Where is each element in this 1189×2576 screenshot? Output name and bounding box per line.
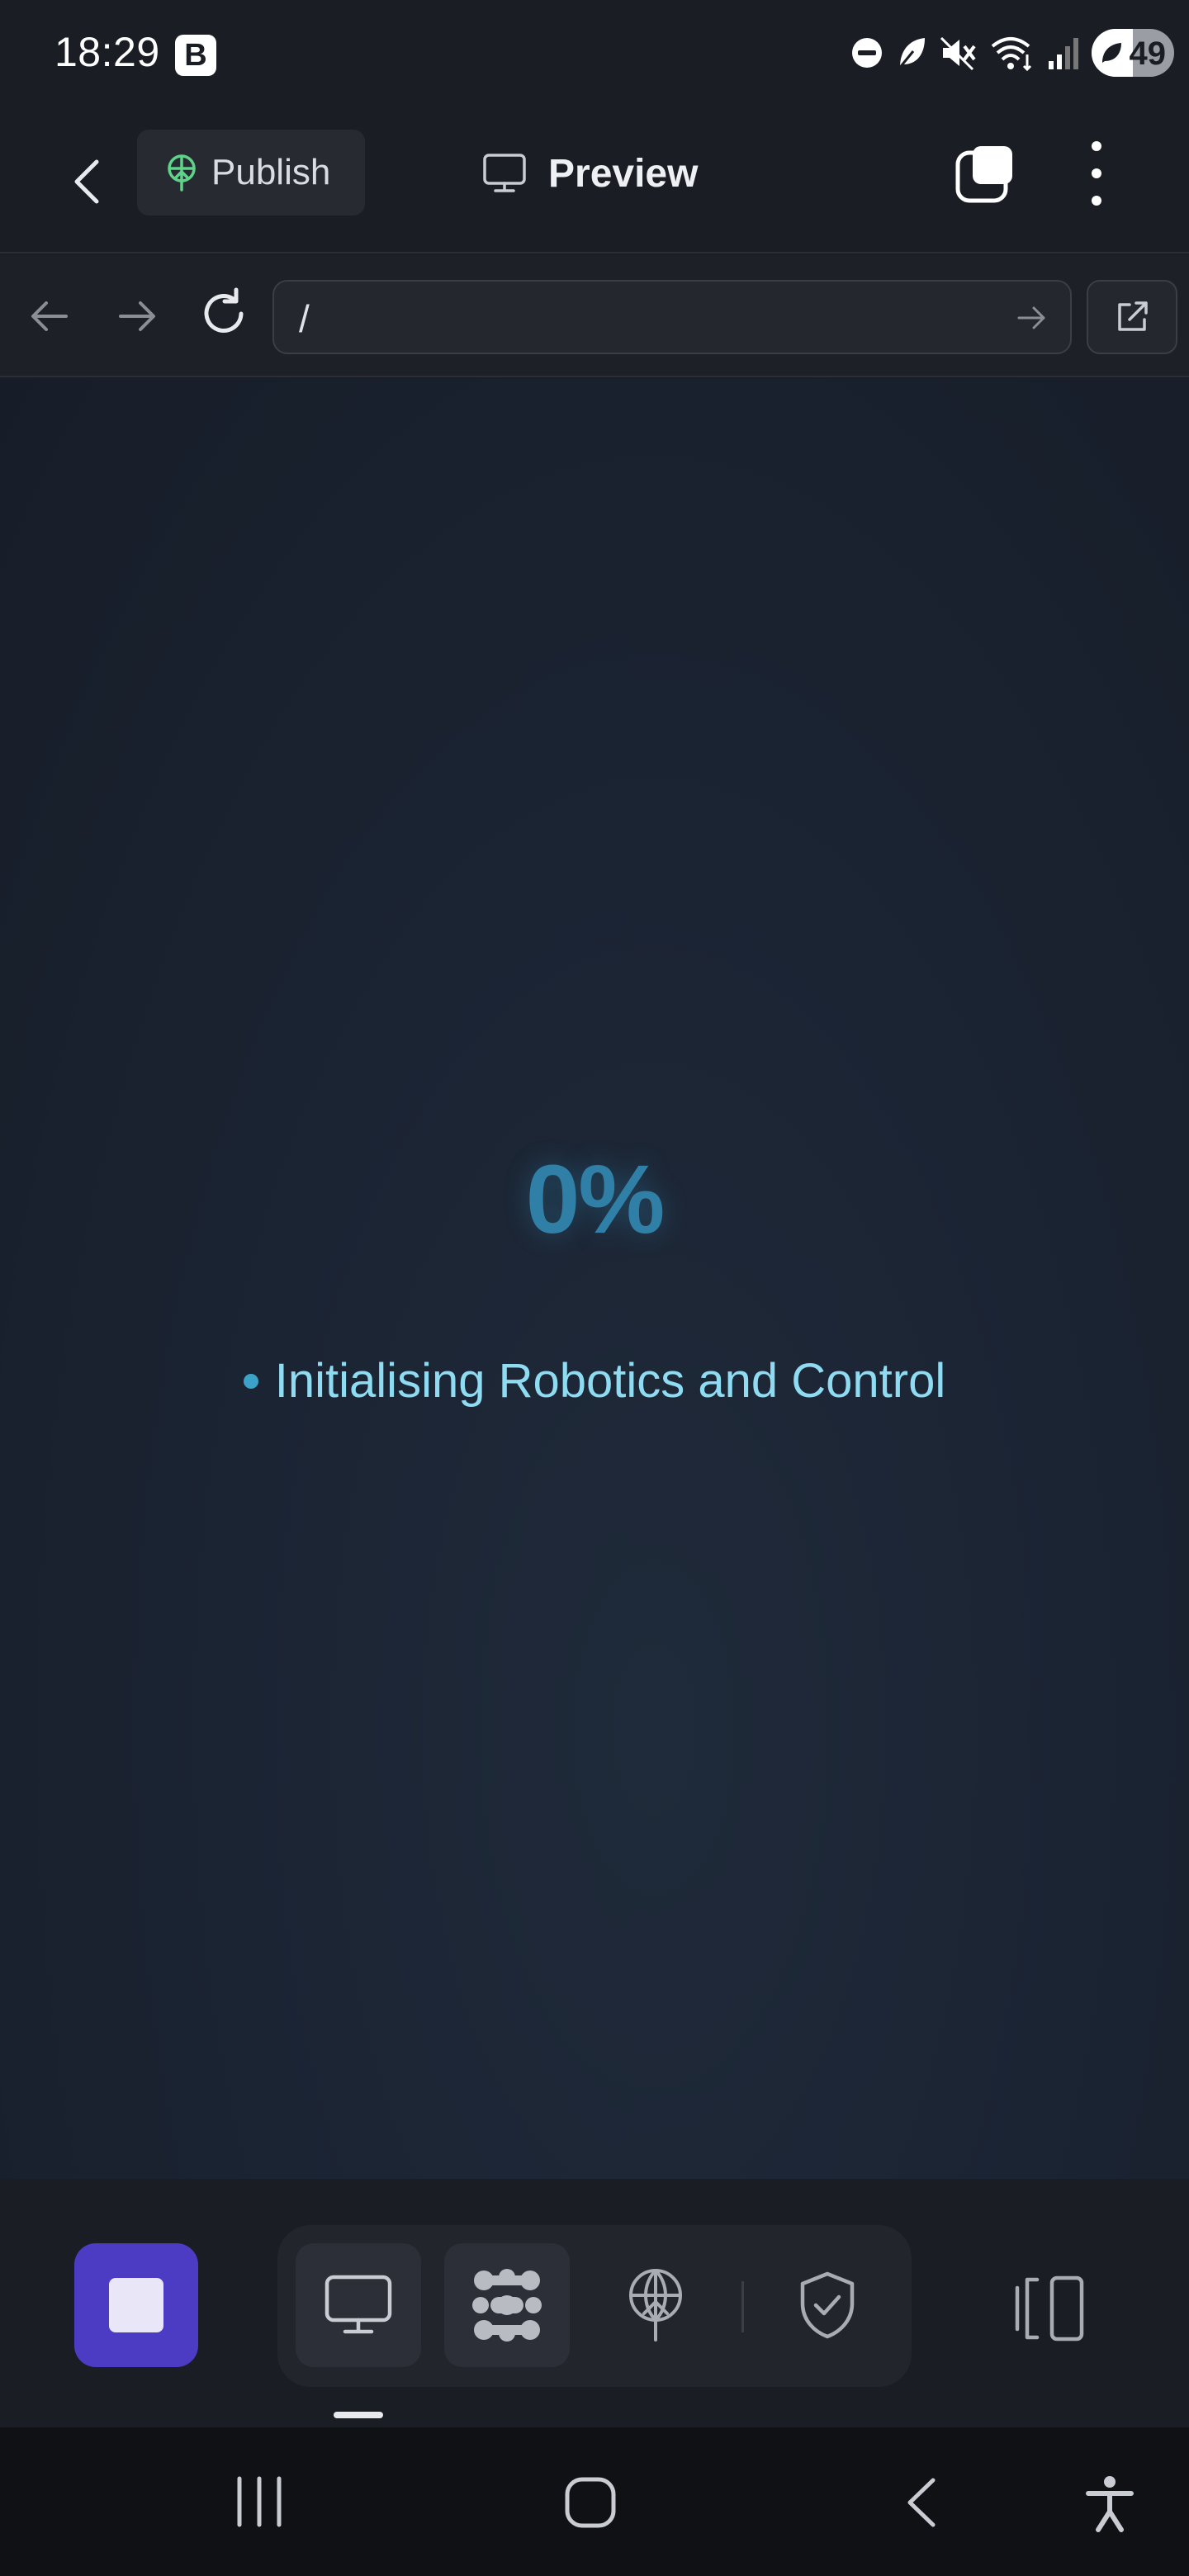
recents-icon [237, 2476, 282, 2527]
recents-button[interactable] [233, 2475, 286, 2532]
external-link-icon [1118, 301, 1148, 331]
arrow-right-icon [119, 301, 155, 331]
accessibility-button[interactable] [1083, 2475, 1136, 2537]
status-bar: 18:29 B 49 [0, 0, 1189, 111]
accessibility-icon [1086, 2476, 1134, 2532]
open-external-button[interactable] [1087, 280, 1177, 354]
signal-icon [1049, 38, 1078, 69]
publish-icon [168, 154, 196, 192]
url-text: / [299, 297, 310, 340]
publish-icon [629, 2269, 682, 2342]
preview-label: Preview [548, 151, 699, 196]
leaf-icon [897, 38, 925, 70]
split-view-icon [1015, 2275, 1084, 2342]
status-icons: 49 [850, 28, 1174, 78]
publish-label: Publish [211, 152, 331, 192]
tool-group [277, 2225, 912, 2387]
system-back-icon [907, 2478, 936, 2527]
dnd-icon [852, 38, 882, 68]
monitor-icon [483, 154, 526, 192]
dots-grid-icon [472, 2269, 542, 2342]
browser-back-button[interactable] [25, 291, 74, 345]
mute-icon [940, 36, 976, 71]
preview-tool-button[interactable] [296, 2243, 421, 2367]
browser-forward-button[interactable] [112, 291, 162, 345]
browser-bar: / [0, 255, 1189, 377]
split-view-button[interactable] [1012, 2271, 1092, 2346]
preview-title: Preview [482, 144, 698, 202]
back-button[interactable] [58, 144, 116, 219]
shield-check-icon [800, 2271, 855, 2339]
publish-tool-button[interactable] [593, 2243, 718, 2367]
loading-status-text: Initialising Robotics and Control [274, 1354, 946, 1408]
app-bar: Publish Preview [0, 111, 1189, 253]
monitor-icon [324, 2275, 392, 2334]
arrow-left-icon [31, 301, 68, 331]
system-navigation-bar [0, 2427, 1189, 2576]
app-badge-icon: B [175, 35, 216, 76]
go-arrow-icon[interactable] [1016, 301, 1049, 334]
battery-level: 49 [1129, 36, 1167, 72]
progress-percent: 0% [525, 1145, 666, 1254]
back-icon [74, 159, 99, 204]
toolbar-divider [741, 2281, 744, 2332]
more-button[interactable] [1080, 136, 1113, 211]
reload-button[interactable] [197, 286, 251, 345]
publish-button[interactable]: Publish [137, 130, 365, 215]
more-icon [1092, 141, 1101, 206]
reload-icon [204, 287, 244, 333]
stop-button[interactable] [74, 2243, 198, 2367]
url-input[interactable]: / [272, 280, 1072, 354]
tabs-icon [955, 146, 1012, 203]
home-button[interactable] [563, 2475, 618, 2534]
wifi-icon [991, 37, 1032, 71]
status-time: 18:29 [54, 29, 160, 75]
bottom-toolbar [0, 2179, 1189, 2427]
apps-tool-button[interactable] [444, 2243, 570, 2367]
stop-icon [109, 2278, 163, 2332]
drag-handle[interactable] [334, 2412, 383, 2418]
preview-content: 0% Initialising Robotics and Control [0, 379, 1189, 2179]
system-back-button[interactable] [900, 2475, 941, 2534]
battery-icon: 49 [1092, 29, 1174, 77]
home-icon [565, 2477, 616, 2528]
loading-status: Initialising Robotics and Control [0, 1353, 1189, 1409]
status-dot-icon [243, 1373, 258, 1389]
security-tool-button[interactable] [765, 2243, 890, 2367]
tabs-button[interactable] [955, 143, 1017, 206]
